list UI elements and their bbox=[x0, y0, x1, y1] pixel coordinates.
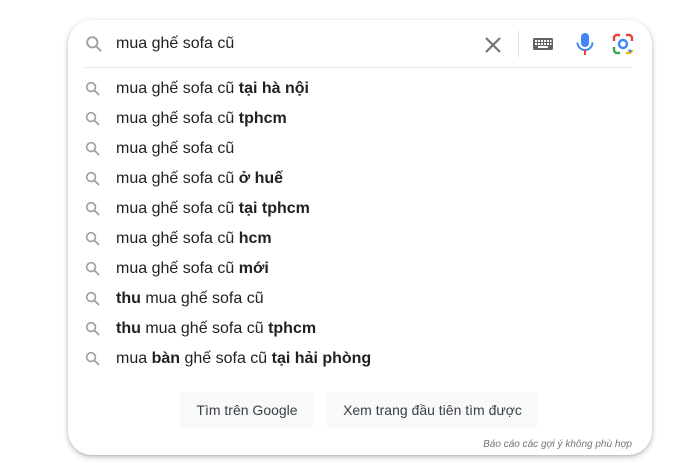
search-input[interactable]: mua ghế sofa cũ bbox=[116, 34, 234, 54]
suggestion-highlight: thu bbox=[116, 290, 141, 307]
suggestion-highlight: tại tphcm bbox=[238, 200, 310, 217]
suggestion-item[interactable]: mua ghế sofa cũ ở huế bbox=[68, 163, 652, 193]
suggestion-highlight: tphcm bbox=[238, 110, 287, 127]
search-suggestions-panel: mua ghế sofa cũ mua ghế sofa cũ tại hà n… bbox=[68, 20, 652, 455]
suggestion-item[interactable]: thu mua ghế sofa cũ bbox=[68, 283, 652, 313]
suggestion-text: mua ghế sofa cũ hcm bbox=[116, 229, 272, 249]
suggestion-text: mua ghế sofa cũ bbox=[116, 139, 234, 159]
suggestion-text: thu mua ghế sofa cũ tphcm bbox=[116, 319, 316, 339]
search-icon bbox=[85, 291, 100, 306]
search-icon bbox=[85, 111, 100, 126]
suggestion-base: mua ghế sofa cũ bbox=[116, 230, 239, 247]
suggestion-base: mua ghế sofa cũ bbox=[116, 170, 239, 187]
suggestion-item[interactable]: thu mua ghế sofa cũ tphcm bbox=[68, 313, 652, 343]
search-divider bbox=[518, 31, 519, 57]
suggestion-text: mua ghế sofa cũ mới bbox=[116, 259, 269, 279]
search-icon bbox=[85, 201, 100, 216]
suggestion-text: mua ghế sofa cũ tphcm bbox=[116, 109, 287, 129]
suggestion-highlight: tphcm bbox=[268, 320, 317, 337]
suggestion-text: mua ghế sofa cũ ở huế bbox=[116, 169, 283, 189]
suggestion-highlight: thu bbox=[116, 320, 141, 337]
suggestion-highlight: mới bbox=[238, 260, 269, 277]
suggestion-item[interactable]: mua bàn ghế sofa cũ tại hải phòng bbox=[68, 343, 652, 373]
suggestion-highlight: hcm bbox=[238, 230, 272, 247]
close-icon[interactable] bbox=[480, 32, 506, 58]
search-icon bbox=[85, 171, 100, 186]
search-icon bbox=[85, 81, 100, 96]
suggestion-item[interactable]: mua ghế sofa cũ tại hà nội bbox=[68, 73, 652, 103]
suggestion-base: mua ghế sofa cũ bbox=[140, 320, 269, 337]
suggestion-item[interactable]: mua ghế sofa cũ tại tphcm bbox=[68, 193, 652, 223]
suggestion-base: ghế sofa cũ bbox=[180, 350, 272, 367]
suggestion-text: thu mua ghế sofa cũ bbox=[116, 289, 264, 309]
suggestion-base: mua ghế sofa cũ bbox=[116, 140, 235, 157]
search-icon bbox=[85, 141, 100, 156]
suggestion-item[interactable]: mua ghế sofa cũ hcm bbox=[68, 223, 652, 253]
suggestion-highlight: tại hải phòng bbox=[271, 350, 372, 367]
suggestion-text: mua bàn ghế sofa cũ tại hải phòng bbox=[116, 349, 371, 369]
suggestion-base: mua ghế sofa cũ bbox=[116, 200, 239, 217]
google-lens-icon[interactable] bbox=[611, 32, 635, 56]
suggestion-base: mua ghế sofa cũ bbox=[140, 290, 264, 307]
suggestion-base: mua ghế sofa cũ bbox=[116, 260, 239, 277]
search-icon bbox=[85, 261, 100, 276]
microphone-icon[interactable] bbox=[573, 31, 597, 57]
search-box-underline bbox=[84, 67, 632, 68]
search-icon bbox=[86, 36, 102, 52]
suggestion-base: mua ghế sofa cũ bbox=[116, 80, 239, 97]
suggestion-highlight: tại hà nội bbox=[238, 80, 309, 97]
keyboard-icon[interactable] bbox=[532, 34, 554, 54]
suggestion-base: mua bbox=[116, 350, 152, 367]
suggestion-item[interactable]: mua ghế sofa cũ mới bbox=[68, 253, 652, 283]
suggestion-item[interactable]: mua ghế sofa cũ tphcm bbox=[68, 103, 652, 133]
suggestion-highlight: bàn bbox=[151, 350, 181, 367]
search-box[interactable]: mua ghế sofa cũ bbox=[68, 20, 652, 68]
suggestion-text: mua ghế sofa cũ tại tphcm bbox=[116, 199, 310, 219]
suggestion-text: mua ghế sofa cũ tại hà nội bbox=[116, 79, 309, 99]
search-icon bbox=[85, 351, 100, 366]
search-icon bbox=[85, 231, 100, 246]
suggestion-list: mua ghế sofa cũ tại hà nội mua ghế sofa c… bbox=[68, 73, 652, 373]
suggestion-highlight: ở huế bbox=[238, 170, 284, 187]
search-icon bbox=[85, 321, 100, 336]
google-search-button[interactable]: Tìm trên Google bbox=[180, 392, 314, 428]
report-inappropriate-link[interactable]: Báo cáo các gợi ý không phù hợp bbox=[483, 439, 632, 450]
suggestion-base: mua ghế sofa cũ bbox=[116, 110, 239, 127]
feeling-lucky-button[interactable]: Xem trang đầu tiên tìm được bbox=[327, 392, 538, 428]
suggestion-item[interactable]: mua ghế sofa cũ bbox=[68, 133, 652, 163]
